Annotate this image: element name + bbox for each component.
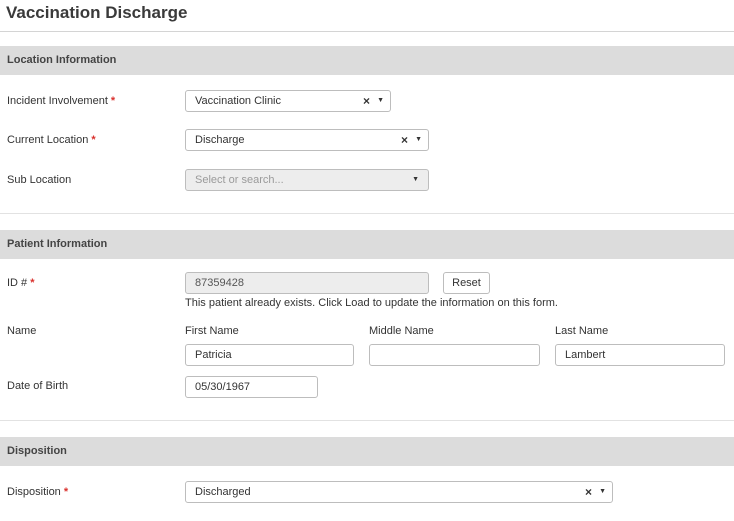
section-divider (0, 213, 734, 214)
current-location-label: Current Location * (7, 134, 96, 146)
required-marker: * (30, 277, 35, 289)
middle-name-label: Middle Name (369, 325, 434, 337)
patient-section-header: Patient Information (0, 230, 734, 259)
location-section-header: Location Information (0, 46, 734, 75)
patient-id-value: 87359428 (195, 277, 244, 289)
page-title: Vaccination Discharge (6, 3, 188, 22)
current-location-select[interactable]: Discharge × ▼ (185, 129, 429, 151)
patient-id-field[interactable]: 87359428 (185, 272, 429, 294)
id-label: ID # * (7, 277, 34, 289)
incident-involvement-label: Incident Involvement * (7, 95, 115, 107)
incident-involvement-value: Vaccination Clinic (195, 95, 282, 107)
date-of-birth-value: 05/30/1967 (195, 381, 251, 393)
chevron-down-icon[interactable]: ▼ (377, 91, 384, 111)
current-location-label-text: Current Location (7, 134, 89, 146)
section-divider (0, 420, 734, 421)
id-label-text: ID # (7, 277, 28, 289)
clear-icon[interactable]: × (401, 130, 408, 150)
title-divider (0, 31, 734, 32)
disposition-select[interactable]: Discharged × ▼ (185, 481, 613, 503)
last-name-value: Lambert (565, 349, 606, 361)
chevron-down-icon[interactable]: ▼ (412, 170, 419, 190)
reset-button[interactable]: Reset (443, 272, 490, 294)
last-name-label: Last Name (555, 325, 609, 337)
sub-location-label: Sub Location (7, 174, 72, 186)
disposition-value: Discharged (195, 486, 251, 498)
first-name-input[interactable]: Patricia (185, 344, 354, 366)
clear-icon[interactable]: × (585, 482, 592, 502)
middle-name-input[interactable] (369, 344, 540, 366)
last-name-input[interactable]: Lambert (555, 344, 725, 366)
first-name-value: Patricia (195, 349, 232, 361)
clear-icon[interactable]: × (363, 91, 370, 111)
date-of-birth-label: Date of Birth (7, 380, 69, 392)
chevron-down-icon[interactable]: ▼ (599, 482, 606, 502)
sub-location-select[interactable]: Select or search... ▼ (185, 169, 429, 191)
disposition-label: Disposition * (7, 486, 68, 498)
required-marker: * (63, 486, 69, 498)
disposition-label-text: Disposition (7, 486, 61, 498)
incident-involvement-label-text: Incident Involvement (7, 95, 108, 107)
chevron-down-icon[interactable]: ▼ (415, 130, 422, 150)
required-marker: * (91, 134, 96, 146)
required-marker: * (110, 95, 116, 107)
sub-location-placeholder: Select or search... (195, 174, 284, 186)
current-location-value: Discharge (195, 134, 245, 146)
first-name-label: First Name (185, 325, 239, 337)
disposition-section-header: Disposition (0, 437, 734, 466)
patient-exists-note: This patient already exists. Click Load … (185, 297, 558, 309)
incident-involvement-select[interactable]: Vaccination Clinic × ▼ (185, 90, 391, 112)
name-label: Name (7, 325, 37, 337)
date-of-birth-input[interactable]: 05/30/1967 (185, 376, 318, 398)
